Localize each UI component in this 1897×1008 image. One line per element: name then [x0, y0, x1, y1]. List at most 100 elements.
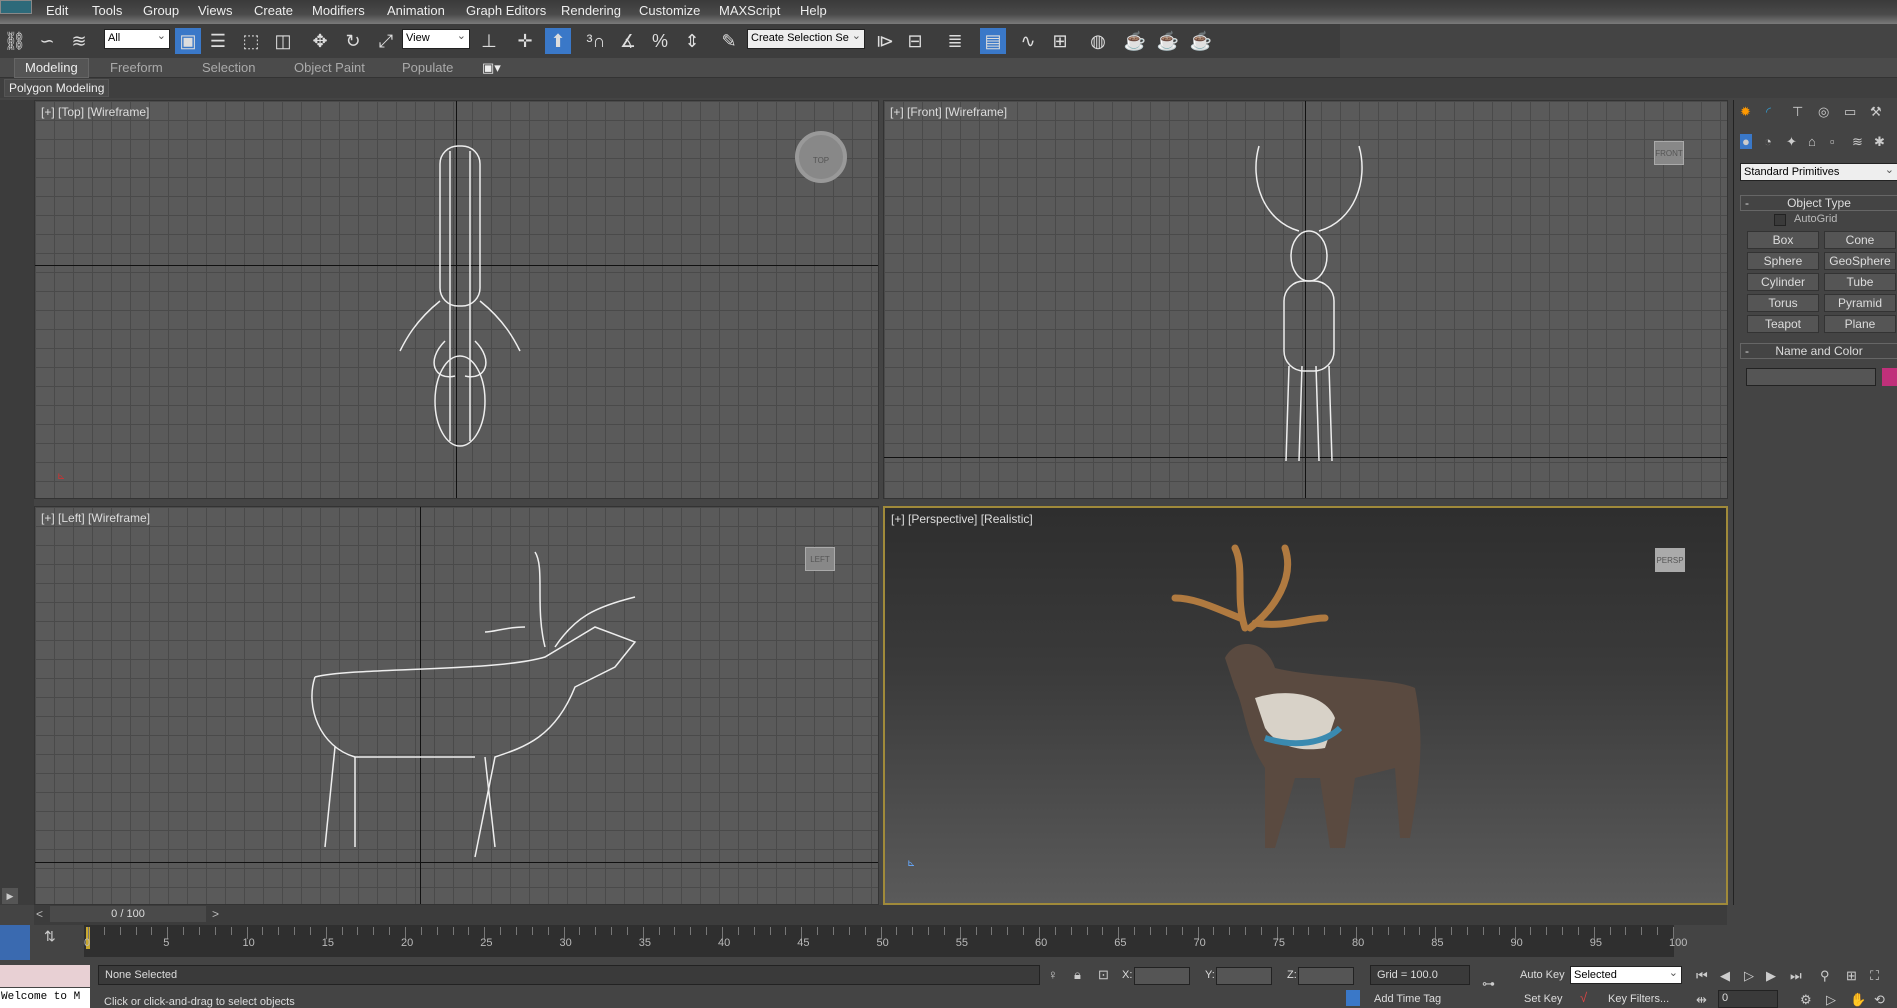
- absolute-mode-icon[interactable]: ⊡: [1098, 967, 1109, 983]
- shapes-icon[interactable]: ◔: [1764, 134, 1772, 149]
- current-frame-input[interactable]: 0: [1718, 990, 1778, 1008]
- previous-frame-icon[interactable]: ◀︎: [1720, 968, 1730, 984]
- menu-tools[interactable]: Tools: [92, 3, 122, 18]
- cone-button[interactable]: Cone: [1824, 231, 1896, 249]
- menu-customize[interactable]: Customize: [639, 3, 700, 18]
- tab-freeform[interactable]: Freeform: [110, 60, 163, 75]
- reference-coordinate-dropdown[interactable]: View: [402, 29, 470, 49]
- hierarchy-tab-icon[interactable]: ⊤: [1792, 104, 1803, 120]
- ribbon-options-icon[interactable]: ▣▾: [482, 60, 501, 76]
- auto-key-button[interactable]: Auto Key: [1520, 969, 1565, 981]
- time-slider-thumb[interactable]: 0 / 100: [50, 906, 206, 922]
- prev-frame-button[interactable]: <: [36, 907, 43, 921]
- field-of-view-icon[interactable]: ▷: [1826, 992, 1836, 1008]
- category-dropdown[interactable]: Standard Primitives: [1740, 163, 1897, 181]
- next-frame-button[interactable]: >: [212, 907, 219, 921]
- orbit-icon[interactable]: ⟲: [1874, 992, 1885, 1008]
- curve-editor-icon[interactable]: ∿: [1015, 28, 1041, 54]
- box-button[interactable]: Box: [1747, 231, 1819, 249]
- y-coordinate-input[interactable]: [1216, 967, 1272, 985]
- modify-tab-icon[interactable]: ◜: [1766, 104, 1771, 120]
- mirror-icon[interactable]: ⧐: [872, 28, 898, 54]
- torus-button[interactable]: Torus: [1747, 294, 1819, 312]
- add-time-tag-button[interactable]: Add Time Tag: [1374, 993, 1441, 1005]
- space-warps-icon[interactable]: ≋: [1852, 134, 1863, 150]
- scale-icon[interactable]: ⤢: [373, 28, 399, 54]
- window-crossing-icon[interactable]: ◫: [270, 28, 296, 54]
- menu-modifiers[interactable]: Modifiers: [312, 3, 365, 18]
- listener-output[interactable]: Welcome to M: [0, 988, 90, 1008]
- tab-object-paint[interactable]: Object Paint: [294, 60, 365, 75]
- link-icon[interactable]: ⛓: [2, 28, 28, 54]
- keyboard-shortcut-override-icon[interactable]: ⬆: [545, 28, 571, 54]
- cylinder-button[interactable]: Cylinder: [1747, 273, 1819, 291]
- zoom-all-icon[interactable]: ⊞: [1846, 968, 1857, 984]
- selection-lock-icon[interactable]: 🔒︎: [1074, 967, 1081, 983]
- key-curve-icon[interactable]: √: [1580, 990, 1587, 1005]
- zoom-extents-icon[interactable]: ⛶: [1870, 968, 1879, 984]
- viewport-label[interactable]: [+] [Front] [Wireframe]: [890, 105, 1007, 119]
- tab-populate[interactable]: Populate: [402, 60, 453, 75]
- select-by-name-icon[interactable]: ☰: [205, 28, 231, 54]
- menu-group[interactable]: Group: [143, 3, 179, 18]
- unlink-icon[interactable]: ∽: [34, 28, 60, 54]
- tab-selection[interactable]: Selection: [202, 60, 255, 75]
- time-configuration-icon[interactable]: ⚙: [1800, 992, 1812, 1008]
- maxscript-mini-listener[interactable]: [0, 965, 90, 987]
- object-color-swatch[interactable]: [1882, 368, 1897, 386]
- pivot-center-icon[interactable]: ⊥: [476, 28, 502, 54]
- angle-snap-icon[interactable]: ∡: [615, 28, 641, 54]
- viewcube[interactable]: TOP: [795, 131, 847, 183]
- selection-filter-dropdown[interactable]: All: [104, 29, 170, 49]
- open-mini-curve-editor-icon[interactable]: ⇅: [44, 928, 56, 945]
- lights-icon[interactable]: ✦: [1786, 134, 1797, 150]
- viewcube[interactable]: PERSP: [1655, 548, 1685, 572]
- viewport-label[interactable]: [+] [Top] [Wireframe]: [41, 105, 149, 119]
- geosphere-button[interactable]: GeoSphere: [1824, 252, 1896, 270]
- schematic-view-icon[interactable]: ⊞: [1047, 28, 1073, 54]
- layer-manager-icon[interactable]: ≣: [942, 28, 968, 54]
- align-icon[interactable]: ⊟: [902, 28, 928, 54]
- viewcube[interactable]: LEFT: [805, 547, 835, 571]
- viewport-layout-tab[interactable]: [0, 925, 30, 960]
- motion-tab-icon[interactable]: ◎: [1818, 104, 1829, 120]
- viewport-front[interactable]: [+] [Front] [Wireframe] FRONT: [883, 100, 1728, 499]
- pan-icon[interactable]: ✋: [1850, 992, 1866, 1008]
- app-logo[interactable]: [0, 0, 32, 14]
- move-icon[interactable]: ✥: [307, 28, 333, 54]
- geometry-icon[interactable]: ●: [1740, 134, 1752, 149]
- go-to-start-icon[interactable]: ⏮: [1696, 968, 1708, 984]
- track-bar[interactable]: 0 5 10 15 20 25 30 35 40 45 50 55 60 65 70 75 80 85 90 95 10…: [84, 925, 1687, 957]
- viewport-left[interactable]: [+] [Left] [Wireframe] LEFT: [34, 506, 879, 905]
- tube-button[interactable]: Tube: [1824, 273, 1896, 291]
- time-slider[interactable]: < 0 / 100 >: [34, 905, 1727, 925]
- tab-modeling[interactable]: Modeling: [14, 58, 89, 78]
- select-manipulate-icon[interactable]: ✛: [512, 28, 538, 54]
- named-selection-dropdown[interactable]: Create Selection Se: [747, 29, 865, 49]
- menu-rendering[interactable]: Rendering: [561, 3, 621, 18]
- systems-icon[interactable]: ✱: [1874, 134, 1885, 150]
- polygon-modeling-panel[interactable]: Polygon Modeling: [4, 79, 110, 97]
- viewcube[interactable]: FRONT: [1654, 141, 1684, 165]
- material-editor-icon[interactable]: ◍: [1085, 28, 1111, 54]
- z-coordinate-input[interactable]: [1298, 967, 1354, 985]
- helpers-icon[interactable]: ▫: [1830, 134, 1835, 149]
- play-icon[interactable]: ▷: [1744, 968, 1754, 984]
- menu-maxscript[interactable]: MAXScript: [719, 3, 780, 18]
- set-key-icon[interactable]: ⊶: [1482, 976, 1495, 992]
- bind-space-warp-icon[interactable]: ≋: [66, 28, 92, 54]
- zoom-icon[interactable]: ⚲: [1820, 968, 1830, 984]
- rotate-icon[interactable]: ↻: [340, 28, 366, 54]
- go-to-end-icon[interactable]: ⏭: [1790, 968, 1802, 984]
- key-mode-toggle-icon[interactable]: ⇹: [1696, 992, 1707, 1008]
- set-key-button[interactable]: Set Key: [1524, 993, 1563, 1005]
- edit-named-selection-icon[interactable]: ✎: [716, 28, 742, 54]
- rendered-frame-window-icon[interactable]: ☕: [1155, 28, 1181, 54]
- plane-button[interactable]: Plane: [1824, 315, 1896, 333]
- rectangular-selection-icon[interactable]: ⬚: [238, 28, 264, 54]
- menu-edit[interactable]: Edit: [46, 3, 68, 18]
- viewport-perspective[interactable]: [+] [Perspective] [Realistic] PERSP ⊾: [883, 506, 1728, 905]
- isolate-selection-icon[interactable]: ♀: [1048, 967, 1058, 982]
- create-tab-icon[interactable]: ✹: [1740, 104, 1751, 120]
- menu-help[interactable]: Help: [800, 3, 827, 18]
